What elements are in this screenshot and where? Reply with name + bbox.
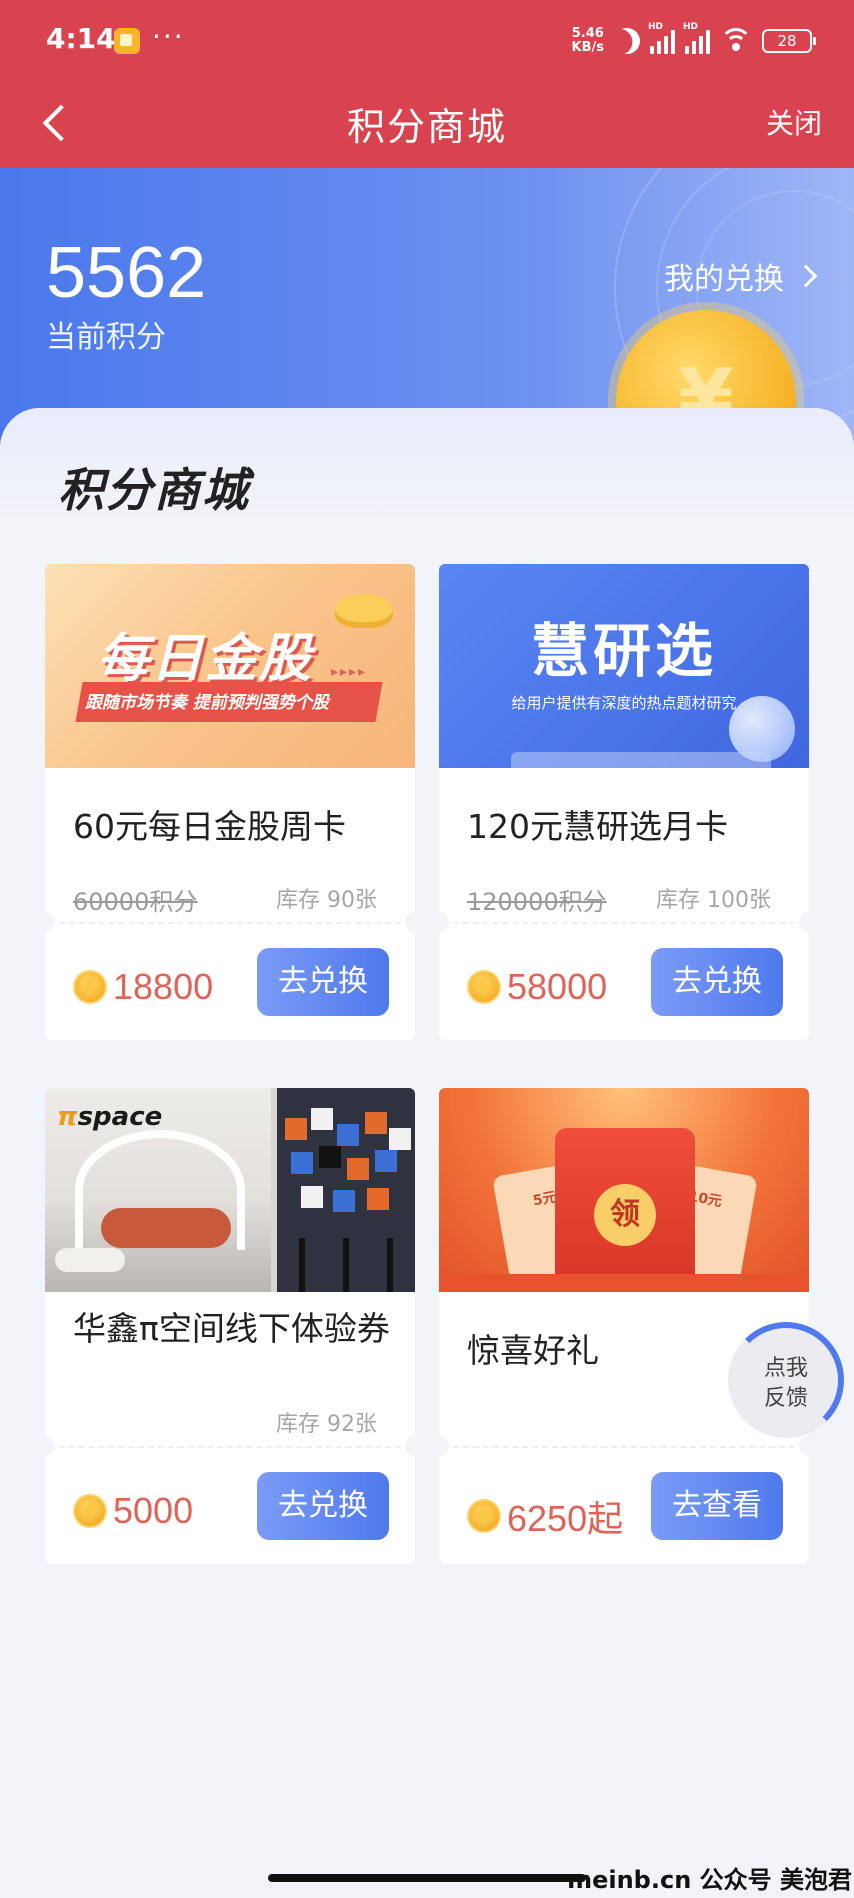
moon-icon <box>609 23 645 59</box>
card-notch <box>405 1436 415 1456</box>
current-points-label: 当前积分 <box>46 320 166 355</box>
coin-icon <box>467 970 501 1004</box>
product-card[interactable]: 5元 10元 领 惊喜好礼 6250起 去查看 <box>439 1088 809 1564</box>
gold-ingot-icon <box>335 594 393 628</box>
coin-icon <box>73 1494 107 1528</box>
arrows-icon: ▸▸▸▸ <box>331 664 368 680</box>
wifi-icon <box>720 28 752 54</box>
redeem-button[interactable]: 去兑换 <box>257 1472 389 1540</box>
banner-title: 慧研选 <box>530 617 717 685</box>
feedback-label-line2: 反馈 <box>763 1386 808 1411</box>
home-indicator[interactable] <box>268 1874 586 1882</box>
my-exchange-label: 我的兑换 <box>664 262 784 297</box>
status-bar: 4:14 ··· 5.46 KB/s HD HD 28 <box>0 0 854 80</box>
app-notification-icon <box>114 28 140 54</box>
signal-icon: HD <box>648 22 675 54</box>
banner-bar <box>511 752 771 768</box>
feedback-label: 点我 反馈 <box>734 1354 838 1414</box>
pi-space-logo: πspace <box>57 1102 162 1132</box>
chevron-right-icon <box>794 264 818 288</box>
office-sofa <box>55 1248 125 1272</box>
network-speed: 5.46 KB/s <box>572 27 604 55</box>
banner-base <box>439 1274 809 1292</box>
page-title: 积分商城 <box>346 105 507 149</box>
watermark: meinb.cn 公众号 美泡君 <box>567 1866 852 1894</box>
network-speed-value: 5.46 <box>571 26 604 41</box>
product-banner-daily-stock: 每日金股 ▸▸▸▸ 跟随市场节奏 提前预判强势个股 <box>45 564 415 768</box>
logo-pi: π <box>57 1102 78 1132</box>
banner-subtitle: 跟随市场节奏 提前预判强势个股 <box>85 693 329 713</box>
price-value: 6250起 <box>507 1498 624 1539</box>
status-indicators: 5.46 KB/s HD HD 28 <box>572 22 816 59</box>
card-divider <box>453 1446 795 1448</box>
stock-count: 库存 100张 <box>656 888 771 913</box>
coin-icon <box>73 970 107 1004</box>
envelope-seal: 领 <box>594 1184 656 1246</box>
coin-icon <box>467 1499 501 1533</box>
product-card[interactable]: 慧研选 给用户提供有深度的热点题材研究 120元慧研选月卡 120000积分 库… <box>439 564 809 1040</box>
coin-bubble-icon <box>729 696 795 762</box>
card-divider <box>59 922 401 924</box>
product-name: 120元慧研选月卡 <box>467 807 728 846</box>
logo-text: space <box>77 1102 163 1132</box>
price-value: 58000 <box>507 966 608 1007</box>
points-price: 58000 <box>467 966 607 1008</box>
signal-icon: HD <box>683 22 710 54</box>
product-card[interactable]: πspace 华鑫π空间线下体验券 库存 92张 5000 去兑换 <box>45 1088 415 1564</box>
stock-count: 库存 90张 <box>276 888 377 913</box>
office-desk <box>101 1208 231 1248</box>
price-value: 18800 <box>113 966 214 1007</box>
nav-bar: 积分商城 关闭 <box>0 80 854 168</box>
close-button[interactable]: 关闭 <box>766 102 822 142</box>
hd-badge: HD <box>683 22 699 32</box>
section-title: 积分商城 <box>58 463 250 517</box>
card-divider <box>59 1446 401 1448</box>
product-banner-surprise-gift: 5元 10元 领 <box>439 1088 809 1292</box>
banner-title: 每日金股 <box>97 629 314 689</box>
card-notch <box>45 1436 55 1456</box>
feedback-button[interactable]: 点我 反馈 <box>728 1322 844 1438</box>
redeem-button[interactable]: 去兑换 <box>257 948 389 1016</box>
card-notch <box>405 912 415 932</box>
card-divider <box>453 922 795 924</box>
points-price: 6250起 <box>467 1490 623 1542</box>
card-notch <box>439 912 449 932</box>
stock-count: 库存 92张 <box>276 1412 377 1437</box>
card-notch <box>439 1436 449 1456</box>
original-price: 120000积分 <box>467 888 607 916</box>
redeem-button[interactable]: 去兑换 <box>651 948 783 1016</box>
product-name: 华鑫π空间线下体验券 <box>73 1309 390 1348</box>
points-price: 18800 <box>73 966 213 1008</box>
my-exchange-link[interactable]: 我的兑换 <box>664 254 818 298</box>
status-time: 4:14 <box>46 22 116 55</box>
card-notch <box>45 912 55 932</box>
product-name: 60元每日金股周卡 <box>73 807 346 846</box>
current-points-value: 5562 <box>46 233 207 313</box>
network-speed-unit: KB/s <box>571 40 604 55</box>
hd-badge: HD <box>648 22 664 32</box>
product-card[interactable]: 每日金股 ▸▸▸▸ 跟随市场节奏 提前预判强势个股 60元每日金股周卡 6000… <box>45 564 415 1040</box>
product-banner-research: 慧研选 给用户提供有深度的热点题材研究 <box>439 564 809 768</box>
battery-icon: 28 <box>762 29 816 53</box>
mosaic-wall-photo <box>277 1088 415 1292</box>
feedback-label-line1: 点我 <box>763 1356 808 1381</box>
card-notch <box>799 1436 809 1456</box>
card-notch <box>799 912 809 932</box>
view-button[interactable]: 去查看 <box>651 1472 783 1540</box>
price-value: 5000 <box>113 1490 194 1531</box>
points-price: 5000 <box>73 1490 193 1532</box>
product-banner-pi-space: πspace <box>45 1088 415 1292</box>
more-notifications-icon: ··· <box>152 20 185 53</box>
original-price: 60000积分 <box>73 888 198 916</box>
